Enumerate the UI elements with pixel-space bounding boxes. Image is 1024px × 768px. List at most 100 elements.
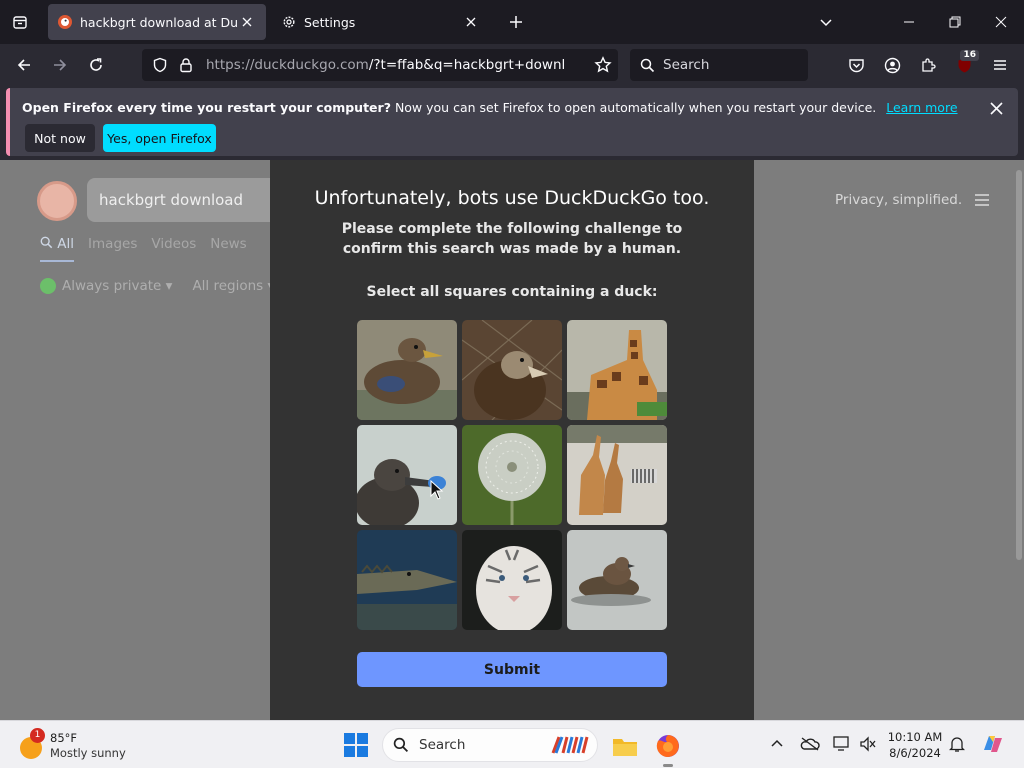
windows-logo-icon	[344, 733, 368, 757]
ddg-tab-videos[interactable]: Videos	[151, 236, 196, 262]
captcha-challenge-modal: Unfortunately, bots use DuckDuckGo too. …	[270, 160, 754, 720]
challenge-tile-giraffe[interactable]	[567, 320, 667, 420]
list-all-tabs-button[interactable]	[812, 8, 840, 36]
challenge-tile-crocodile[interactable]	[357, 530, 457, 630]
taskbar-search-label: Search	[419, 737, 466, 753]
ddg-tab-images[interactable]: Images	[88, 236, 137, 262]
cloud-offline-icon	[800, 737, 820, 751]
file-explorer-app[interactable]	[608, 729, 642, 763]
search-icon	[393, 737, 409, 753]
back-button[interactable]	[9, 50, 39, 80]
challenge-tile-dandelion[interactable]	[462, 425, 562, 525]
challenge-tile-duck[interactable]	[357, 320, 457, 420]
lock-icon[interactable]	[178, 57, 194, 73]
volume-tray-icon[interactable]	[857, 733, 879, 755]
challenge-tile-giraffes-and-zebra[interactable]	[567, 425, 667, 525]
windows-taskbar: 1 85°F Mostly sunny Search 10:10 AM 8/6/…	[0, 720, 1024, 768]
new-tab-button[interactable]	[502, 8, 530, 36]
url-text[interactable]: https://duckduckgo.com/?t=ffab&q=hackbgr…	[206, 57, 566, 73]
show-hidden-icons-button[interactable]	[766, 733, 788, 755]
challenge-tile-white-tiger[interactable]	[462, 530, 562, 630]
challenge-instruction: Select all squares containing a duck:	[366, 284, 658, 300]
taskbar-search-box[interactable]: Search	[382, 728, 598, 762]
tab-title: hackbgrt download at DuckDuckGo	[80, 14, 238, 30]
firefox-view-icon	[13, 16, 27, 29]
close-icon	[995, 16, 1007, 28]
notification-text: Now you can set Firefox to open automati…	[394, 100, 877, 115]
tab-duckduckgo[interactable]: hackbgrt download at DuckDuckGo	[48, 4, 266, 40]
challenge-tile-ducklings[interactable]	[567, 530, 667, 630]
bell-icon	[949, 737, 965, 752]
arrow-left-icon	[17, 59, 30, 71]
close-notification-button[interactable]	[986, 98, 1006, 118]
close-tab-icon[interactable]	[462, 13, 480, 31]
pocket-button[interactable]	[841, 50, 871, 80]
minimize-button[interactable]	[886, 0, 932, 44]
weather-widget[interactable]: 1 85°F Mostly sunny	[18, 728, 158, 762]
arrow-right-icon	[54, 59, 67, 71]
ddg-filters: Always private ▾ All regions ▾	[40, 278, 274, 294]
ddg-menu-button[interactable]	[974, 192, 990, 211]
minimize-icon	[904, 21, 914, 23]
challenge-tile-vulture[interactable]	[462, 320, 562, 420]
search-icon	[40, 236, 53, 249]
bookmark-star-icon[interactable]	[594, 56, 612, 74]
submit-button[interactable]: Submit	[357, 652, 667, 687]
firefox-icon	[656, 735, 679, 757]
learn-more-link[interactable]: Learn more	[886, 100, 957, 115]
weather-temperature: 85°F	[50, 731, 77, 745]
clock-date: 8/6/2024	[889, 746, 941, 760]
ddg-search-tabs: All Images Videos News	[40, 236, 247, 262]
account-icon	[884, 57, 900, 73]
page-content: hackbgrt download All Images Videos News…	[0, 160, 1024, 720]
reload-button[interactable]	[81, 50, 111, 80]
filter-label: Always private	[62, 278, 162, 294]
scrollbar[interactable]	[1016, 170, 1022, 560]
ddg-tab-all[interactable]: All	[40, 236, 75, 262]
start-button[interactable]	[343, 732, 369, 758]
ddg-tab-news[interactable]: News	[210, 236, 246, 262]
reload-icon	[90, 58, 102, 71]
always-private-filter[interactable]: Always private ▾	[40, 278, 172, 294]
duckduckgo-favicon-icon	[58, 15, 72, 29]
search-bar[interactable]: Search	[630, 49, 808, 81]
address-bar[interactable]: https://duckduckgo.com/?t=ffab&q=hackbgr…	[142, 49, 618, 81]
firefox-view-button[interactable]	[6, 8, 34, 36]
ddg-search-input[interactable]: hackbgrt download	[87, 178, 277, 222]
region-filter[interactable]: All regions ▾	[192, 278, 274, 294]
restore-button[interactable]	[932, 0, 978, 44]
close-tab-icon[interactable]	[238, 13, 256, 31]
challenge-tile-duck-with-toy[interactable]	[357, 425, 457, 525]
network-tray-icon[interactable]	[831, 733, 853, 755]
tab-strip: hackbgrt download at DuckDuckGo Settings	[0, 0, 1024, 44]
firefox-app[interactable]	[651, 729, 685, 767]
notifications-button[interactable]	[946, 733, 968, 755]
running-indicator	[663, 764, 673, 767]
duckduckgo-logo[interactable]	[37, 181, 77, 221]
shield-icon[interactable]	[152, 57, 168, 73]
yes-open-firefox-button[interactable]: Yes, open Firefox	[103, 124, 216, 152]
app-menu-button[interactable]	[985, 50, 1015, 80]
ublock-origin-button[interactable]: 16	[949, 50, 979, 80]
restore-icon	[949, 16, 961, 28]
system-clock[interactable]: 10:10 AM 8/6/2024	[880, 729, 950, 761]
tab-settings[interactable]: Settings	[272, 4, 490, 40]
notification-message: Open Firefox every time you restart your…	[22, 100, 958, 115]
account-button[interactable]	[877, 50, 907, 80]
onedrive-tray-icon[interactable]	[799, 733, 821, 755]
close-window-button[interactable]	[978, 0, 1024, 44]
chevron-up-icon	[771, 739, 783, 747]
challenge-image-grid	[357, 320, 667, 630]
clock-time: 10:10 AM	[887, 730, 943, 744]
forward-button[interactable]	[45, 50, 75, 80]
mouse-cursor-icon	[430, 479, 444, 504]
check-circle-icon	[40, 278, 56, 294]
copilot-icon	[984, 736, 1002, 752]
challenge-subtitle: Please complete the following challenge …	[341, 221, 683, 257]
ddg-tab-label: All	[57, 236, 75, 252]
challenge-title: Unfortunately, bots use DuckDuckGo too.	[314, 187, 710, 209]
copilot-button[interactable]	[980, 731, 1006, 757]
extensions-button[interactable]	[913, 50, 943, 80]
hamburger-menu-icon	[975, 194, 989, 206]
not-now-button[interactable]: Not now	[25, 124, 95, 152]
